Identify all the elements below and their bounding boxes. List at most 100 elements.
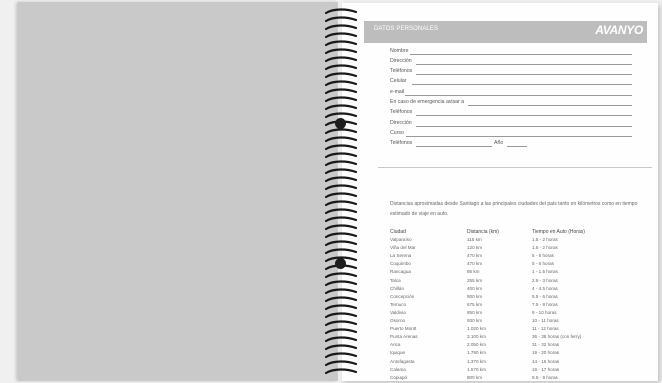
spiral-coil	[324, 280, 358, 287]
table-cell: 1.5 - 2 horas	[532, 237, 558, 242]
field-line	[468, 105, 632, 106]
table-cell: 5 - 6 horas	[532, 253, 554, 259]
table-cell: 500 km	[467, 293, 483, 299]
field-label: Teléfonos	[390, 109, 413, 115]
table-cell: Copiapó	[390, 374, 408, 380]
notebook-page: DATOS PERSONALES AVANYO Nombre Dirección T…	[342, 3, 658, 381]
field-line	[416, 126, 632, 127]
field-line	[416, 74, 632, 75]
form-field: Teléfonos	[390, 68, 632, 77]
distance-intro-text: Distancias aproximadas desde Santiago a …	[390, 201, 638, 217]
field-line	[507, 146, 527, 147]
table-cell: 1.790 km	[467, 350, 486, 356]
form-field: Curso	[390, 130, 632, 139]
spiral-coil	[324, 288, 358, 295]
table-cell: Rancagua	[390, 269, 411, 275]
table-cell: 7.5 - 8 horas	[532, 301, 558, 307]
field-line	[405, 95, 632, 96]
table-cell: 19 - 20 horas	[532, 350, 560, 356]
spiral-coil	[324, 88, 358, 95]
table-cell: Temuco	[390, 301, 407, 307]
table-cell: Viña del Mar	[390, 245, 416, 251]
spiral-coil	[324, 104, 358, 111]
spiral-coil	[324, 24, 358, 31]
table-cell: Coquimbo	[390, 261, 411, 267]
table-cell: 2.5 - 3 horas	[532, 277, 558, 283]
spiral-coil	[324, 48, 358, 55]
spiral-coil	[324, 32, 358, 39]
section-divider	[378, 167, 652, 168]
field-line	[416, 115, 632, 116]
spiral-coil	[324, 64, 358, 71]
table-cell: 470 km	[467, 261, 483, 267]
table-cell: 36 - 38 horas (con ferry)	[532, 334, 582, 340]
table-cell: 2.050 km	[467, 342, 486, 348]
spiral-coil	[324, 40, 358, 47]
table-cell: 1.570 km	[467, 366, 486, 372]
table-cell: 470 km	[467, 253, 483, 259]
field-line	[416, 64, 632, 65]
form-field: e-mail	[390, 89, 632, 98]
spiral-coil	[324, 80, 358, 87]
spiral-coil	[324, 344, 358, 351]
spiral-coil	[324, 56, 358, 63]
table-cell: 255 km	[467, 277, 483, 283]
table-cell: Iquique	[390, 350, 406, 356]
section-header: DATOS PERSONALES AVANYO	[364, 21, 647, 43]
spiral-coil	[324, 272, 358, 279]
spiral-coil	[324, 336, 358, 343]
spiral-coil	[324, 152, 358, 159]
table-cell: 11 - 12 horas	[532, 326, 559, 332]
spiral-coil	[324, 96, 358, 103]
spiral-coil	[324, 16, 358, 23]
form-field: En caso de emergencia avisar a	[390, 99, 632, 108]
table-header-cell: Distancia (km)	[467, 229, 499, 235]
spiral-coil	[324, 176, 358, 183]
form-field: Celular	[390, 78, 632, 87]
field-label: Teléfonos	[390, 140, 413, 146]
punch-hole	[335, 118, 346, 129]
table-header-cell: Ciudad	[390, 229, 406, 235]
spiral-coil	[324, 168, 358, 175]
spiral-coil	[324, 192, 358, 199]
field-label: Teléfonos	[390, 68, 413, 74]
spiral-coil	[324, 136, 358, 143]
table-cell: 1.5 - 2 horas	[532, 245, 558, 251]
table-cell: La Serena	[390, 253, 412, 259]
spiral-coil	[324, 248, 358, 255]
table-cell: 120 km	[467, 245, 483, 251]
table-cell: 4 - 4.5 horas	[532, 285, 558, 291]
spiral-coil	[324, 184, 358, 191]
table-cell: 16 - 17 horas	[532, 366, 560, 372]
spiral-coil	[324, 112, 358, 119]
table-header-cell: Tiempo en Auto (Horas)	[532, 229, 585, 235]
table-cell: 115 km	[467, 237, 482, 242]
table-cell: Valdivia	[390, 309, 406, 315]
table-cell: 1.020 km	[467, 326, 486, 332]
field-label: Dirección	[390, 120, 412, 126]
table-cell: 8.5 - 9 horas	[532, 374, 558, 380]
field-line	[410, 54, 632, 55]
spiral-binding	[324, 8, 358, 375]
form-field: Teléfonos Año	[390, 140, 527, 149]
field-label: En caso de emergencia avisar a	[390, 99, 465, 105]
field-line	[406, 136, 632, 137]
field-label: Dirección	[390, 58, 412, 64]
table-cell: 1 - 1.5 horas	[532, 269, 558, 275]
spiral-coil	[324, 360, 358, 367]
table-cell: 9 - 10 horas	[532, 309, 557, 315]
punch-hole	[335, 258, 346, 269]
spiral-coil	[324, 200, 358, 207]
spiral-coil	[324, 208, 358, 215]
spiral-coil	[324, 296, 358, 303]
spiral-coil	[324, 320, 358, 327]
field-label: Nombre	[390, 48, 409, 54]
field-label: Año	[494, 140, 504, 146]
table-cell: 3.100 km	[467, 334, 486, 340]
table-cell: Puerto Montt	[390, 326, 417, 332]
table-cell: 930 km	[467, 318, 483, 323]
field-label: Celular	[390, 78, 407, 84]
spiral-coil	[324, 128, 358, 135]
spiral-coil	[324, 144, 358, 151]
spiral-coil	[324, 232, 358, 239]
